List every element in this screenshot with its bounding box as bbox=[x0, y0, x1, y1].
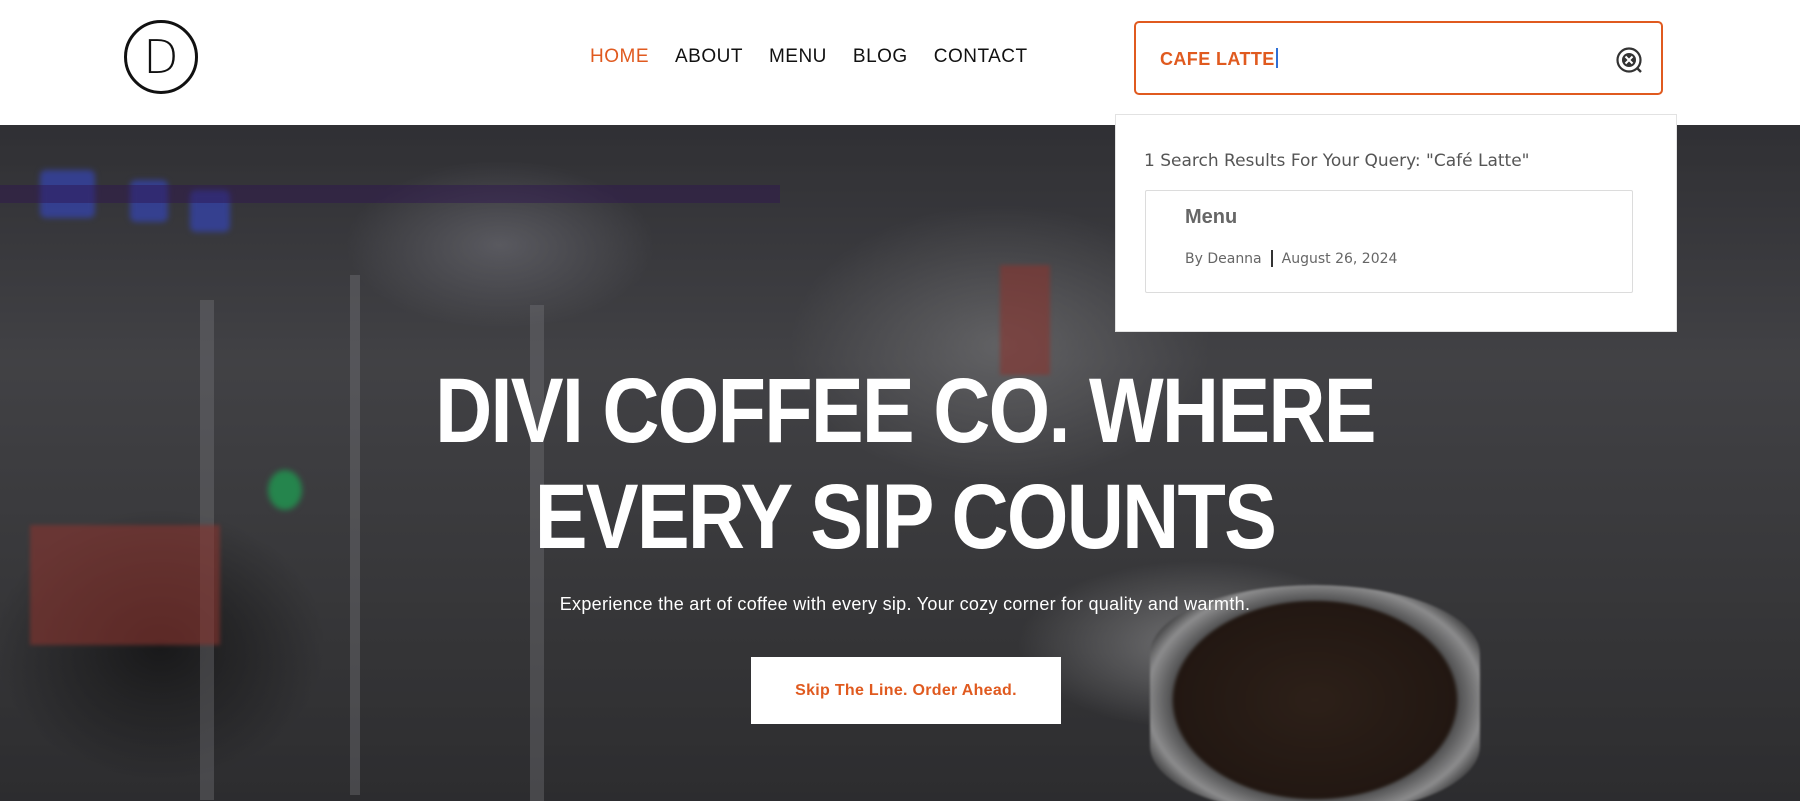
order-ahead-button[interactable]: Skip The Line. Order Ahead. bbox=[751, 657, 1061, 724]
text-caret bbox=[1275, 48, 1278, 68]
site-header: D HOME ABOUT MENU BLOG CONTACT CAFE LATT… bbox=[0, 0, 1800, 125]
nav-item-menu[interactable]: MENU bbox=[769, 46, 827, 68]
nav-item-home[interactable]: HOME bbox=[590, 46, 649, 68]
meta-divider bbox=[1270, 250, 1273, 267]
main-nav: HOME ABOUT MENU BLOG CONTACT bbox=[590, 44, 1028, 70]
site-logo[interactable]: D bbox=[124, 20, 198, 94]
hero-title: DIVI COFFEE CO. WHERE EVERY SIP COUNTS bbox=[385, 358, 1426, 570]
search-result-date: August 26, 2024 bbox=[1281, 250, 1398, 267]
hero-subtitle: Experience the art of coffee with every … bbox=[559, 594, 1251, 614]
search-input[interactable]: CAFE LATTE bbox=[1134, 21, 1663, 95]
search-results-heading: 1 Search Results For Your Query: "Café L… bbox=[1144, 151, 1530, 171]
search-result-meta: By Deanna August 26, 2024 bbox=[1185, 250, 1397, 267]
search-results-dropdown: 1 Search Results For Your Query: "Café L… bbox=[1115, 114, 1677, 332]
search-result-title[interactable]: Menu bbox=[1185, 206, 1237, 229]
search-input-value[interactable]: CAFE LATTE bbox=[1160, 48, 1278, 70]
nav-item-about[interactable]: ABOUT bbox=[675, 46, 743, 68]
search-result-author: By Deanna bbox=[1185, 250, 1262, 267]
hero-title-line-2: EVERY SIP COUNTS bbox=[534, 466, 1277, 568]
logo-letter: D bbox=[143, 30, 179, 84]
nav-item-blog[interactable]: BLOG bbox=[853, 46, 908, 68]
search-result-item[interactable]: Menu By Deanna August 26, 2024 bbox=[1145, 190, 1633, 293]
nav-item-contact[interactable]: CONTACT bbox=[934, 46, 1028, 68]
clear-search-icon[interactable] bbox=[1615, 46, 1643, 74]
hero-title-line-1: DIVI COFFEE CO. WHERE bbox=[435, 360, 1376, 462]
